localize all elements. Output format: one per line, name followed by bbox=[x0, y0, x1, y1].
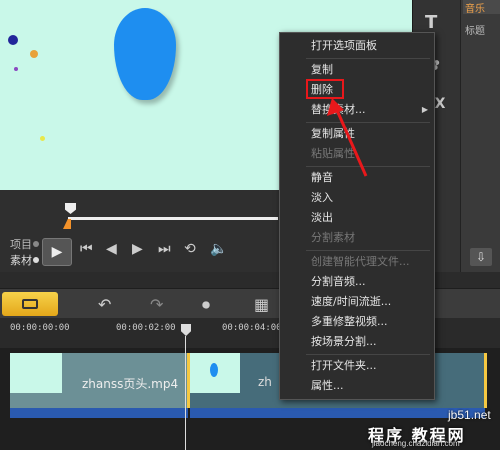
menu-item-open-options-panel[interactable]: 打开选项面板 bbox=[280, 36, 434, 56]
repeat-icon[interactable]: ⟲ bbox=[184, 241, 196, 257]
tab-music[interactable]: 音乐 bbox=[463, 0, 500, 15]
clip-name: zhanss页头.mp4 bbox=[82, 377, 179, 391]
tick-label: 00:00:02:00 bbox=[116, 323, 176, 333]
menu-item-properties[interactable]: 属性... bbox=[280, 376, 434, 396]
storyboard-view-button[interactable] bbox=[2, 292, 58, 316]
preview-dot-orange bbox=[30, 50, 38, 58]
undo-icon[interactable]: ↶ bbox=[98, 295, 111, 314]
menu-item-split-clip[interactable]: 分割素材 bbox=[280, 228, 434, 248]
highlight-box bbox=[306, 79, 344, 99]
tick-label: 00:00:04:00 bbox=[222, 323, 282, 333]
menu-separator bbox=[306, 122, 430, 123]
watermark-site: jb51.net bbox=[448, 408, 491, 422]
clip-boundary-marker[interactable] bbox=[187, 353, 190, 408]
scrub-track[interactable] bbox=[68, 217, 278, 220]
go-to-start-icon[interactable]: ⏮ bbox=[80, 241, 93, 257]
preview-dot-navy bbox=[8, 35, 18, 45]
project-mode-radio[interactable] bbox=[33, 241, 39, 247]
menu-separator bbox=[306, 250, 430, 251]
clip-name: zh bbox=[258, 375, 272, 389]
library-panel: 音乐 标题 bbox=[460, 0, 500, 272]
panel-options-button[interactable]: ⇩ bbox=[470, 248, 492, 266]
menu-item-create-smart-proxy[interactable]: 创建智能代理文件... bbox=[280, 252, 434, 272]
menu-item-mute[interactable]: 静音 bbox=[280, 168, 434, 188]
preview-blue-shape bbox=[114, 8, 176, 100]
menu-item-fade-in[interactable]: 淡入 bbox=[280, 188, 434, 208]
preview-dot-purple bbox=[14, 67, 18, 71]
title-tool-icon[interactable]: T bbox=[425, 12, 437, 33]
watermark-url: jiaocheng.chazidian.com bbox=[372, 439, 460, 448]
menu-item-speed-time-lapse[interactable]: 速度/时间流逝... bbox=[280, 292, 434, 312]
context-menu: 打开选项面板 复制 删除 替换素材... ▶ 复制属性 粘贴属性 静音 淡入 淡… bbox=[279, 32, 435, 400]
volume-icon[interactable]: 🔈 bbox=[210, 241, 227, 257]
menu-separator bbox=[306, 354, 430, 355]
clip-thumbnail bbox=[190, 353, 240, 393]
menu-item-delete[interactable]: 删除 bbox=[280, 80, 434, 100]
audio-bar bbox=[10, 408, 188, 418]
audio-bar bbox=[190, 408, 485, 418]
menu-item-split-audio[interactable]: 分割音频... bbox=[280, 272, 434, 292]
menu-item-copy-attributes[interactable]: 复制属性 bbox=[280, 124, 434, 144]
redo-icon[interactable]: ↷ bbox=[150, 295, 163, 314]
clip-thumbnail bbox=[10, 353, 62, 393]
next-frame-icon[interactable]: ▶ bbox=[132, 241, 143, 257]
clip-boundary-marker[interactable] bbox=[484, 353, 487, 408]
menu-separator bbox=[306, 58, 430, 59]
record-capture-icon[interactable]: ⏺ bbox=[202, 295, 210, 315]
menu-item-open-folder[interactable]: 打开文件夹... bbox=[280, 356, 434, 376]
go-to-end-icon[interactable]: ⏭ bbox=[158, 241, 171, 257]
menu-item-replace-clip[interactable]: 替换素材... ▶ bbox=[280, 100, 434, 120]
menu-item-paste-attributes[interactable]: 粘贴属性 bbox=[280, 144, 434, 164]
menu-item-multi-trim-video[interactable]: 多重修整视频... bbox=[280, 312, 434, 332]
timeline-playhead[interactable] bbox=[185, 336, 186, 450]
clip-mode-label[interactable]: 素材 bbox=[10, 252, 32, 268]
play-button[interactable]: ▶ bbox=[42, 238, 72, 266]
tick-label: 00:00:00:00 bbox=[10, 323, 70, 333]
submenu-arrow-icon: ▶ bbox=[421, 105, 428, 114]
clip-mode-radio[interactable] bbox=[33, 257, 39, 263]
menu-item-label: 替换素材... bbox=[311, 103, 366, 116]
film-icon[interactable]: ▦ bbox=[254, 295, 269, 314]
menu-item-fade-out[interactable]: 淡出 bbox=[280, 208, 434, 228]
previous-frame-icon[interactable]: ◀ bbox=[106, 241, 117, 257]
menu-item-split-by-scene[interactable]: 按场景分割... bbox=[280, 332, 434, 352]
project-mode-label[interactable]: 项目 bbox=[10, 236, 32, 252]
tab-title[interactable]: 标题 bbox=[465, 22, 485, 37]
menu-item-copy[interactable]: 复制 bbox=[280, 60, 434, 80]
preview-dot-yellow bbox=[40, 136, 45, 141]
menu-separator bbox=[306, 166, 430, 167]
